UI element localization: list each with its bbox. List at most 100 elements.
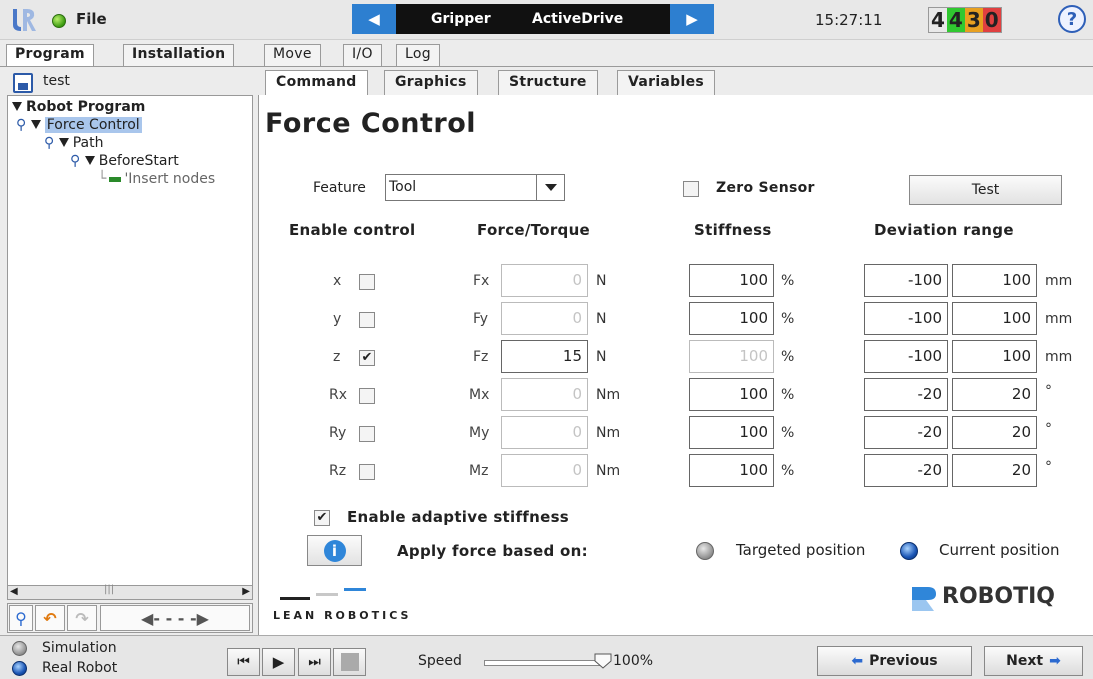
- tree-item[interactable]: Robot Program: [12, 99, 145, 115]
- previous-button[interactable]: ⬅ Previous: [817, 646, 972, 676]
- lean-robotics-text: LEAN ROBOTICS: [273, 609, 412, 622]
- deviation-min-input[interactable]: -20: [864, 454, 948, 487]
- robot-status-icon: [52, 14, 66, 28]
- deviation-min-input[interactable]: -100: [864, 340, 948, 373]
- force-input[interactable]: 0: [501, 378, 588, 411]
- current-position-label: Current position: [939, 541, 1060, 559]
- search-icon[interactable]: ⚲: [9, 605, 33, 631]
- header-force-torque: Force/Torque: [477, 221, 591, 239]
- robot-id-digit: 3: [964, 8, 983, 32]
- arrow-right-icon: ➡: [1049, 653, 1061, 669]
- scroll-left-icon[interactable]: ◀: [10, 586, 18, 597]
- axis-label: y: [333, 311, 342, 327]
- force-input[interactable]: 0: [501, 454, 588, 487]
- rewind-icon[interactable]: ⏮: [227, 648, 260, 676]
- stiffness-input[interactable]: 100: [689, 416, 774, 449]
- deviation-max-input[interactable]: 20: [952, 454, 1037, 487]
- tab-io[interactable]: I/O: [343, 44, 382, 66]
- zero-sensor-label: Zero Sensor: [716, 180, 815, 196]
- tab-graphics[interactable]: Graphics: [384, 70, 478, 95]
- tab-move[interactable]: Move: [264, 44, 321, 66]
- axis-enable-checkbox[interactable]: [359, 464, 375, 480]
- current-position-radio[interactable]: [900, 542, 918, 560]
- undo-icon[interactable]: ↶: [35, 605, 65, 631]
- expand-triangle-icon: [30, 119, 41, 129]
- tree-item[interactable]: └ 'Insert nodes: [98, 171, 215, 187]
- next-program-arrow-icon[interactable]: ▶: [670, 4, 714, 34]
- axis-enable-checkbox[interactable]: [359, 312, 375, 328]
- program-tree[interactable]: Robot Program ⚲ Force Control ⚲ Path ⚲ B…: [7, 95, 253, 600]
- stiffness-input[interactable]: 100: [689, 264, 774, 297]
- deviation-max-input[interactable]: 20: [952, 378, 1037, 411]
- tree-item[interactable]: ⚲ BeforeStart: [70, 153, 179, 169]
- help-icon[interactable]: ?: [1058, 5, 1086, 33]
- arrow-left-icon: ⬅: [851, 653, 864, 669]
- prev-program-arrow-icon[interactable]: ◀: [352, 4, 396, 34]
- simulation-radio[interactable]: [12, 641, 27, 656]
- play-icon[interactable]: ▶: [262, 648, 295, 676]
- deviation-max-input[interactable]: 100: [952, 302, 1037, 335]
- force-label: My: [469, 425, 490, 441]
- tree-scrollbar[interactable]: ◀ ||| ▶: [7, 584, 253, 600]
- save-icon[interactable]: [13, 73, 33, 93]
- real-robot-radio[interactable]: [12, 661, 27, 676]
- tab-installation[interactable]: Installation: [123, 44, 235, 66]
- tab-variables[interactable]: Variables: [617, 70, 716, 95]
- tab-command[interactable]: Command: [265, 70, 368, 95]
- force-input[interactable]: 0: [501, 302, 588, 335]
- stiffness-input[interactable]: 100: [689, 378, 774, 411]
- stop-icon[interactable]: [333, 648, 366, 676]
- tab-log[interactable]: Log: [396, 44, 440, 66]
- deviation-unit: mm: [1045, 311, 1073, 327]
- stiffness-unit: %: [781, 387, 795, 403]
- force-label: Fy: [473, 311, 489, 327]
- chevron-down-icon[interactable]: [536, 175, 564, 200]
- tab-structure[interactable]: Structure: [498, 70, 598, 95]
- expand-triangle-icon: [58, 137, 69, 147]
- move-node-icon[interactable]: ◀- - - -▶: [100, 605, 250, 631]
- robotiq-text: ROBOTIQ: [942, 584, 1056, 609]
- stiffness-input[interactable]: 100: [689, 454, 774, 487]
- zero-sensor-checkbox[interactable]: [683, 181, 699, 197]
- feature-select[interactable]: Tool: [385, 174, 565, 201]
- targeted-position-radio[interactable]: [696, 542, 714, 560]
- info-button[interactable]: i: [307, 535, 362, 566]
- tab-program[interactable]: Program: [6, 44, 94, 67]
- force-input[interactable]: 0: [501, 416, 588, 449]
- deviation-min-input[interactable]: -100: [864, 264, 948, 297]
- force-unit: N: [596, 349, 607, 365]
- force-input[interactable]: 0: [501, 264, 588, 297]
- lean-robotics-mark-icon: [280, 588, 366, 600]
- file-menu[interactable]: File: [76, 10, 107, 28]
- scroll-right-icon[interactable]: ▶: [242, 586, 250, 597]
- redo-icon[interactable]: ↷: [67, 605, 97, 631]
- axis-enable-checkbox[interactable]: ✔: [359, 350, 375, 366]
- axis-enable-checkbox[interactable]: [359, 274, 375, 290]
- deviation-max-input[interactable]: 100: [952, 340, 1037, 373]
- axis-enable-checkbox[interactable]: [359, 426, 375, 442]
- adaptive-stiffness-checkbox[interactable]: ✔: [314, 510, 330, 526]
- tree-item[interactable]: ⚲ Force Control: [16, 117, 142, 133]
- deviation-min-input[interactable]: -20: [864, 416, 948, 449]
- test-button[interactable]: Test: [909, 175, 1062, 205]
- targeted-position-label: Targeted position: [736, 541, 866, 559]
- stiffness-input[interactable]: 100: [689, 340, 774, 373]
- force-unit: Nm: [596, 463, 621, 479]
- axis-enable-checkbox[interactable]: [359, 388, 375, 404]
- deviation-min-input[interactable]: -20: [864, 378, 948, 411]
- header-deviation-range: Deviation range: [874, 221, 1014, 239]
- force-input[interactable]: 15: [501, 340, 588, 373]
- scroll-thumb[interactable]: |||: [104, 584, 114, 595]
- tree-connector-icon: ⚲: [70, 153, 81, 169]
- speed-slider[interactable]: [484, 660, 602, 666]
- stiffness-input[interactable]: 100: [689, 302, 774, 335]
- speed-slider-knob[interactable]: [594, 653, 612, 669]
- deviation-max-input[interactable]: 100: [952, 264, 1037, 297]
- next-button[interactable]: Next ➡: [984, 646, 1083, 676]
- step-icon[interactable]: ⏭: [298, 648, 331, 676]
- tree-item[interactable]: ⚲ Path: [44, 135, 103, 151]
- deviation-min-input[interactable]: -100: [864, 302, 948, 335]
- force-label: Fz: [473, 349, 489, 365]
- deviation-max-input[interactable]: 20: [952, 416, 1037, 449]
- force-label: Mx: [469, 387, 490, 403]
